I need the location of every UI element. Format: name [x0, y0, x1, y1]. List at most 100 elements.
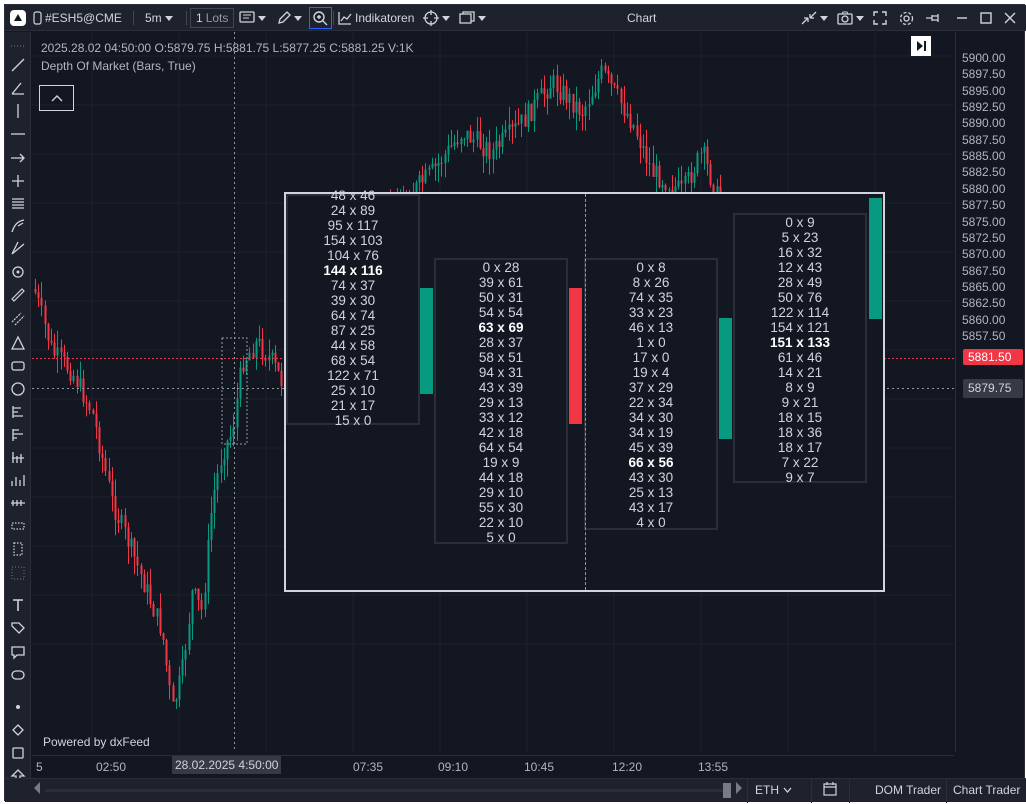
order-panel-button[interactable]: [239, 8, 266, 28]
chart-trader-button[interactable]: Chart Trader: [953, 783, 1020, 797]
candle-body: [501, 132, 504, 147]
price-label: 5862.50: [962, 296, 1006, 311]
candle-body: [168, 665, 171, 686]
pin-button[interactable]: [925, 8, 941, 28]
symbol-selector[interactable]: #ESH5@CME: [33, 8, 122, 28]
pencil-icon: [278, 11, 291, 24]
candle-body: [472, 139, 475, 143]
dotted-box-icon[interactable]: [9, 564, 27, 582]
cycle-icon[interactable]: [9, 494, 27, 512]
crosshair-icon[interactable]: [9, 172, 27, 190]
drawing-tool-button[interactable]: [277, 8, 302, 28]
pattern-icon[interactable]: [9, 448, 27, 466]
horizontal-scrollbar[interactable]: [45, 789, 725, 792]
price-label: 5885.00: [962, 149, 1006, 164]
candle-body: [146, 584, 149, 593]
zoom-button[interactable]: [309, 7, 332, 29]
candle-body: [668, 189, 671, 191]
candle-body: [178, 675, 181, 700]
arrow-icon[interactable]: [9, 149, 27, 167]
dom-row: 58 x 51: [478, 350, 524, 365]
candle-body: [652, 163, 655, 177]
maximize-button[interactable]: [980, 8, 992, 28]
price-tag-icon[interactable]: [9, 620, 27, 638]
zoom-circle-icon[interactable]: [9, 263, 27, 281]
diamond-icon[interactable]: [9, 721, 27, 739]
dom-candle-bar: [719, 318, 732, 439]
candle-body: [184, 650, 187, 660]
pitchfork-icon[interactable]: [9, 217, 27, 235]
ohlc-legend: 2025.28.02 04:50:00 O:5879.75 H:5881.75 …: [41, 41, 414, 55]
candle-body: [504, 129, 507, 133]
dom-row: 28 x 37: [478, 335, 524, 350]
price-label: 5882.50: [962, 165, 1006, 180]
candle-body: [204, 592, 207, 610]
session-selector[interactable]: ETH: [755, 783, 792, 797]
settings-button[interactable]: [899, 8, 914, 28]
fib-retracement-icon[interactable]: [9, 195, 27, 213]
crosshair-button[interactable]: [423, 8, 450, 28]
candle-body: [191, 590, 194, 624]
sync-button[interactable]: [801, 8, 828, 28]
price-label: 5892.50: [962, 100, 1006, 115]
gear-icon: [899, 11, 914, 25]
dom-row: 144 x 116: [323, 263, 383, 278]
levels-icon[interactable]: [9, 426, 27, 444]
candle-body: [88, 402, 91, 411]
vertical-line-icon[interactable]: [9, 102, 27, 120]
lots-input[interactable]: 1 Lots: [190, 8, 235, 28]
dom-row: 154 x 103: [323, 233, 383, 248]
text-icon[interactable]: [9, 596, 27, 614]
app-logo-icon[interactable]: [9, 8, 27, 28]
dom-candle-bar: [420, 288, 433, 394]
wave-icon[interactable]: [9, 471, 27, 489]
indicators-button[interactable]: Indikatoren: [338, 8, 414, 28]
triangle-icon[interactable]: [9, 334, 27, 352]
dom-row: 14 x 21: [777, 365, 823, 380]
gann-icon[interactable]: [9, 239, 27, 257]
time-axis[interactable]: 5 02:50 07:35 09:10 10:45 12:20 13:55: [32, 755, 954, 777]
angle-icon[interactable]: [9, 79, 27, 97]
square-icon[interactable]: [9, 744, 27, 762]
chevron-down-icon: [442, 15, 450, 21]
callout-icon[interactable]: [9, 643, 27, 661]
scroll-to-end-button[interactable]: [911, 36, 931, 56]
close-button[interactable]: [1004, 8, 1016, 28]
dom-trader-button[interactable]: DOM Trader: [875, 783, 941, 797]
rectangle-icon[interactable]: [9, 357, 27, 375]
screenshot-button[interactable]: [837, 8, 864, 28]
horizontal-line-icon[interactable]: [9, 125, 27, 143]
dom-row: 50 x 31: [478, 290, 524, 305]
range-icon[interactable]: [9, 517, 27, 535]
dom-row: 15 x 0: [334, 413, 372, 428]
candle-body: [98, 427, 101, 454]
candle-body: [95, 413, 98, 428]
candle-body: [623, 103, 626, 116]
collapse-legend-button[interactable]: [39, 85, 74, 111]
ellipse-icon[interactable]: [9, 380, 27, 398]
candle-body: [463, 138, 466, 140]
candle-body: [159, 608, 162, 634]
calendar-button[interactable]: [823, 782, 837, 799]
dashed-box-icon[interactable]: [9, 540, 27, 558]
parallel-channel-icon[interactable]: [9, 310, 27, 328]
candle-body: [703, 146, 706, 153]
chevron-down-icon: [478, 15, 486, 21]
title-bar: #ESH5@CME 5m 1 Lots Indikatoren Chart: [5, 5, 1026, 31]
grip-icon[interactable]: [9, 37, 27, 55]
scroll-left-icon[interactable]: [33, 781, 41, 798]
candle-body: [34, 289, 37, 293]
trend-line-icon[interactable]: [9, 56, 27, 74]
ruler-icon[interactable]: [9, 286, 27, 304]
regression-icon[interactable]: [9, 403, 27, 421]
scrollbar-thumb[interactable]: [723, 783, 731, 798]
candle-body: [92, 410, 95, 414]
label-icon[interactable]: [9, 666, 27, 684]
dot-icon[interactable]: [9, 698, 27, 716]
candle-body: [124, 515, 127, 528]
minimize-button[interactable]: [956, 8, 968, 28]
timeframe-selector[interactable]: 5m: [145, 8, 173, 28]
scroll-right-icon[interactable]: [735, 781, 743, 798]
fullscreen-button[interactable]: [873, 8, 887, 28]
layout-button[interactable]: [459, 8, 486, 28]
